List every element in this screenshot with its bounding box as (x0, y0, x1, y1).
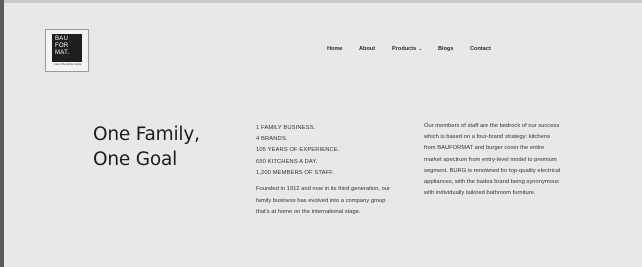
nav-contact-link[interactable]: Contact (470, 46, 491, 52)
headline-line-1: One Family, (93, 124, 200, 145)
fact-item: 105 YEARS OF EXPERIENCE. (256, 147, 340, 154)
founded-paragraph: Founded in 1912 and now in its third gen… (256, 186, 391, 215)
logo-tagline: part of the kitchen family (54, 63, 82, 66)
nav-about-link[interactable]: About (359, 46, 375, 52)
headline-line-2: One Goal (93, 149, 178, 170)
nav-products-link[interactable]: Products ⌄ (392, 46, 422, 52)
page-headline: One Family, One Goal (93, 122, 200, 172)
nav-products-label: Products (392, 46, 417, 52)
logo-mark: BAU FOR MAT. (52, 34, 82, 62)
fact-item: 1,200 MEMBERS OF STAFF. (256, 169, 334, 176)
logo-line-1: BAU (55, 36, 69, 42)
fact-item: 650 KITCHENS A DAY. (256, 158, 318, 165)
nav-blogs-link[interactable]: Blogs (438, 46, 454, 52)
staff-paragraph: Our members of staff are the bedrock of … (424, 123, 561, 197)
logo-line-2: FOR (55, 43, 69, 49)
chevron-down-icon: ⌄ (418, 46, 423, 52)
brand-logo[interactable]: BAU FOR MAT. part of the kitchen family (45, 29, 89, 72)
window-top-border (0, 0, 642, 3)
fact-item: 4 BRANDS. (256, 136, 288, 143)
company-facts-list: 1 FAMILY BUSINESS. 4 BRANDS. 105 YEARS O… (256, 123, 339, 179)
fact-item: 1 FAMILY BUSINESS. (256, 125, 316, 131)
nav-home-link[interactable]: Home (327, 46, 343, 52)
window-left-border (0, 0, 4, 267)
logo-line-3: MAT. (55, 50, 70, 56)
